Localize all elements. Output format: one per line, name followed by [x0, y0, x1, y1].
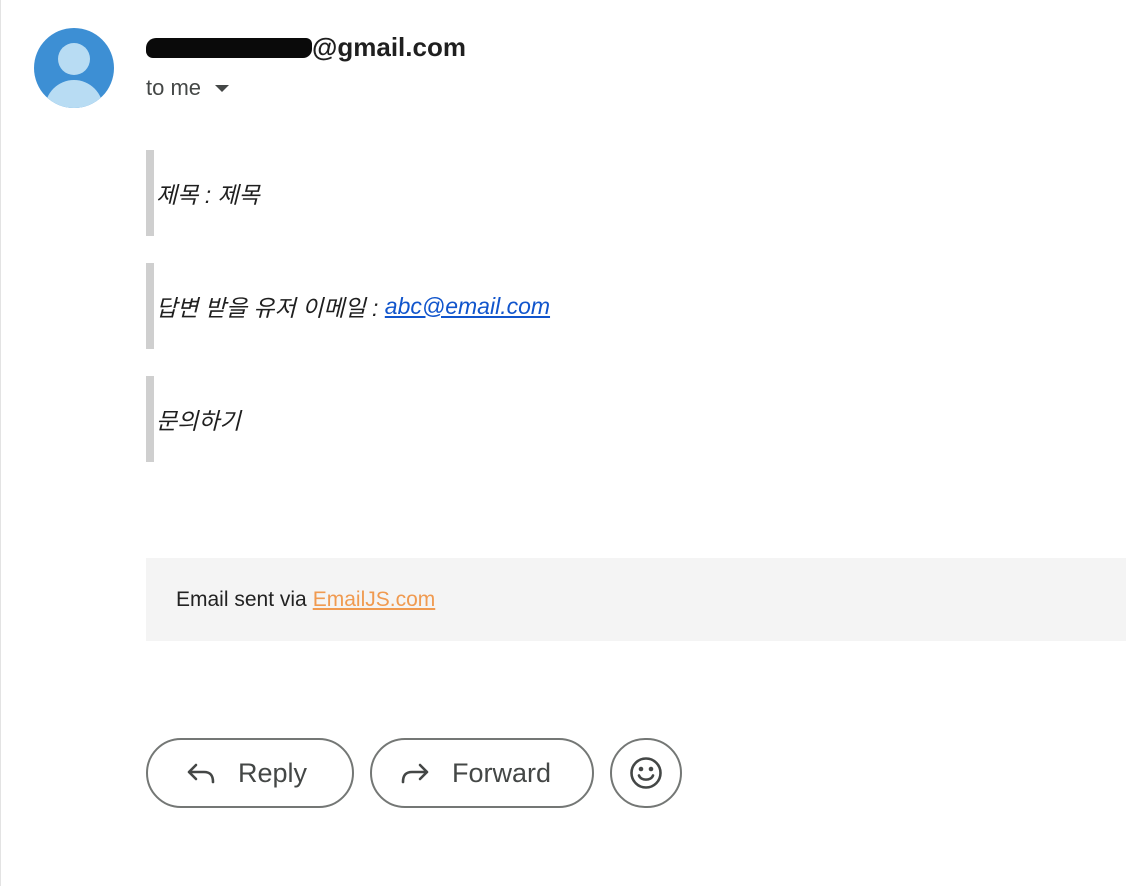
- quote-subject: 제목 : 제목: [146, 150, 1046, 236]
- redaction-mark: [146, 38, 312, 58]
- footer-prefix: Email sent via: [176, 587, 307, 611]
- person-icon-body: [45, 80, 103, 108]
- subject-text: 제목 : 제목: [156, 182, 260, 208]
- sender-email-domain: @gmail.com: [312, 32, 466, 62]
- reply-button[interactable]: Reply: [146, 738, 354, 808]
- person-icon: [58, 43, 90, 75]
- sender-email[interactable]: @gmail.com: [146, 30, 466, 64]
- emailjs-link[interactable]: EmailJS.com: [313, 588, 436, 612]
- quote-reply-email: 답변 받을 유저 이메일 : abc@email.com: [146, 263, 1046, 349]
- quote-inquiry: 문의하기: [146, 376, 1046, 462]
- pane-border: [0, 0, 1, 886]
- emailjs-footer: Email sent via EmailJS.com: [146, 558, 1126, 641]
- emoji-reaction-button[interactable]: [610, 738, 682, 808]
- reply-label: Reply: [238, 757, 308, 788]
- reply-arrow-icon: [186, 761, 216, 785]
- sender-avatar[interactable]: [34, 28, 114, 108]
- forward-label: Forward: [452, 757, 552, 788]
- reply-email-link[interactable]: abc@email.com: [385, 293, 550, 320]
- caret-down-icon[interactable]: [215, 84, 230, 92]
- inquiry-text: 문의하기: [156, 408, 241, 434]
- forward-button[interactable]: Forward: [370, 738, 594, 808]
- smiley-icon: [629, 756, 663, 790]
- recipient-details-toggle[interactable]: to me: [146, 74, 230, 102]
- reply-email-label: 답변 받을 유저 이메일 :: [156, 295, 379, 321]
- recipient-label: to me: [146, 75, 202, 100]
- forward-arrow-icon: [400, 761, 430, 785]
